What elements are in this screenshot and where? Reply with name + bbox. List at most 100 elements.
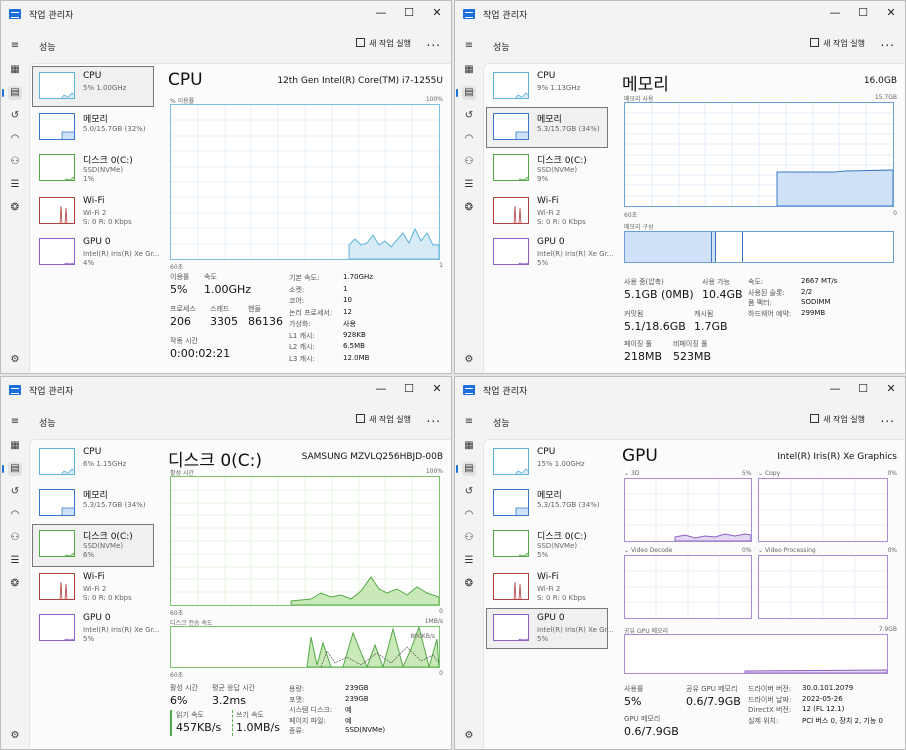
startup-icon[interactable]: ◠ [462,132,476,146]
app-history-icon[interactable]: ↺ [462,109,476,123]
maximize-button[interactable]: ☐ [395,379,423,399]
menu-icon[interactable]: ≡ [462,415,476,429]
minimize-button[interactable]: — [367,3,395,23]
details-icon[interactable]: ☰ [8,178,22,192]
sidebar-item-cpu[interactable]: CPU 9% 1.13GHz [486,66,608,107]
new-task-icon [810,414,820,423]
sidebar-item-gpu[interactable]: GPU 0 Intel(R) Iris(R) Xe Gr... 5% [486,608,613,649]
sidebar-item-memory[interactable]: 메모리 5.3/15.7GB (34%) [32,483,154,524]
spec-value: 예 [345,706,352,714]
stat-label: GPU 메모리 [624,715,661,723]
processes-icon[interactable]: ▦ [8,63,22,77]
cpu-grid [171,105,439,259]
sidebar-item-memory[interactable]: 메모리 5.3/15.7GB (34%) [486,483,608,524]
close-button[interactable]: ✕ [877,3,905,23]
sidebar-item-wifi[interactable]: Wi-Fi Wi-Fi 2 S: 0 R: 0 Kbps [486,191,608,232]
app-history-icon[interactable]: ↺ [462,485,476,499]
engine-dropdown-copy[interactable]: ⌄ Copy [758,470,780,477]
services-icon[interactable]: ❂ [462,577,476,591]
users-icon[interactable]: ⚇ [8,155,22,169]
gpu-decode-grid [625,556,751,618]
startup-icon[interactable]: ◠ [8,508,22,522]
performance-icon[interactable]: ▤ [456,86,476,100]
settings-icon[interactable]: ⚙ [462,729,476,743]
menu-icon[interactable]: ≡ [462,39,476,53]
performance-icon[interactable]: ▤ [456,462,476,476]
maximize-button[interactable]: ☐ [395,3,423,23]
services-icon[interactable]: ❂ [462,201,476,215]
sidebar-item-disk[interactable]: 디스크 0(C:) SSD(NVMe) 1% [32,148,154,191]
sidebar-item-wifi[interactable]: Wi-Fi Wi-Fi 2 S: 0 R: 0 Kbps [32,567,154,608]
minimize-button[interactable]: — [821,3,849,23]
processes-icon[interactable]: ▦ [8,439,22,453]
performance-icon[interactable]: ▤ [2,462,22,476]
stat-value: 3.2ms [212,694,246,707]
sidebar-item-wifi[interactable]: Wi-Fi Wi-Fi 2 S: 0 R: 0 Kbps [32,191,154,232]
thumbnail-trace [515,507,528,515]
sidebar-item-title: GPU 0 [537,237,565,247]
sidebar-item-gpu[interactable]: GPU 0 Intel(R) Iris(R) Xe Gr... 4% [32,232,159,273]
more-options-button[interactable]: ... [427,411,441,425]
details-icon[interactable]: ☰ [462,178,476,192]
engine-pct: 0% [742,547,752,554]
engine-dropdown-video-processing[interactable]: ⌄ Video Processing [758,547,816,554]
processes-icon[interactable]: ▦ [462,63,476,77]
title-bar[interactable]: 작업 관리자 — ☐ ✕ [455,1,905,29]
stat-value: 1.7GB [694,320,728,333]
sidebar-item-disk[interactable]: 디스크 0(C:) SSD(NVMe) 6% [32,524,154,567]
app-history-icon[interactable]: ↺ [8,485,22,499]
users-icon[interactable]: ⚇ [462,531,476,545]
close-button[interactable]: ✕ [877,379,905,399]
maximize-button[interactable]: ☐ [849,379,877,399]
spec-key: 사용된 슬롯: [748,288,785,297]
more-options-button[interactable]: ... [881,411,895,425]
sidebar-item-disk[interactable]: 디스크 0(C:) SSD(NVMe) 9% [486,148,608,191]
settings-icon[interactable]: ⚙ [8,729,22,743]
processes-icon[interactable]: ▦ [462,439,476,453]
sidebar-item-gpu[interactable]: GPU 0 Intel(R) Iris(R) Xe Gr... 5% [32,608,159,649]
startup-icon[interactable]: ◠ [462,508,476,522]
maximize-button[interactable]: ☐ [849,3,877,23]
run-new-task-button[interactable]: 새 작업 실행 [810,414,865,425]
users-icon[interactable]: ⚇ [8,531,22,545]
menu-icon[interactable]: ≡ [8,415,22,429]
spec-value: 6.5MB [343,342,365,350]
sidebar-item-gpu[interactable]: GPU 0 Intel(R) Iris(R) Xe Gr... 5% [486,232,613,273]
run-new-task-button[interactable]: 새 작업 실행 [356,38,411,49]
app-history-icon[interactable]: ↺ [8,109,22,123]
menu-icon[interactable]: ≡ [8,39,22,53]
startup-icon[interactable]: ◠ [8,132,22,146]
sidebar-item-memory[interactable]: 메모리 5.3/15.7GB (34%) [486,107,608,148]
settings-icon[interactable]: ⚙ [8,353,22,367]
sidebar-item-disk[interactable]: 디스크 0(C:) SSD(NVMe) 5% [486,524,608,567]
more-options-button[interactable]: ... [881,35,895,49]
title-bar[interactable]: 작업 관리자 — ☐ ✕ [455,377,905,405]
run-new-task-button[interactable]: 새 작업 실행 [356,414,411,425]
sidebar-item-memory[interactable]: 메모리 5.0/15.7GB (32%) [32,107,154,148]
details-icon[interactable]: ☰ [8,554,22,568]
close-button[interactable]: ✕ [423,3,451,23]
performance-icon[interactable]: ▤ [2,86,22,100]
settings-icon[interactable]: ⚙ [462,353,476,367]
engine-dropdown-3d[interactable]: ⌄ 3D [624,470,639,477]
details-icon[interactable]: ☰ [462,554,476,568]
minimize-button[interactable]: — [821,379,849,399]
title-bar[interactable]: 작업 관리자 — ☐ ✕ [1,377,451,405]
spec-key: L2 캐시: [289,343,315,351]
engine-dropdown-video-decode[interactable]: ⌄ Video Decode [624,547,672,554]
title-bar[interactable]: 작업 관리자 — ☐ ✕ [1,1,451,29]
run-new-task-button[interactable]: 새 작업 실행 [810,38,865,49]
sidebar-item-cpu[interactable]: CPU 5% 1.00GHz [32,66,154,107]
sidebar-item-cpu[interactable]: CPU 15% 1.00GHz [486,442,608,483]
sidebar-item-title: Wi-Fi [537,196,559,206]
minimize-button[interactable]: — [367,379,395,399]
spec-key: L3 캐시: [289,354,315,363]
more-options-button[interactable]: ... [427,35,441,49]
services-icon[interactable]: ❂ [8,201,22,215]
sidebar-item-wifi[interactable]: Wi-Fi Wi-Fi 2 S: 0 R: 0 Kbps [486,567,608,608]
users-icon[interactable]: ⚇ [462,155,476,169]
services-icon[interactable]: ❂ [8,577,22,591]
close-button[interactable]: ✕ [423,379,451,399]
sidebar-thumbnail-graph [39,154,75,181]
sidebar-item-cpu[interactable]: CPU 6% 1.15GHz [32,442,154,483]
